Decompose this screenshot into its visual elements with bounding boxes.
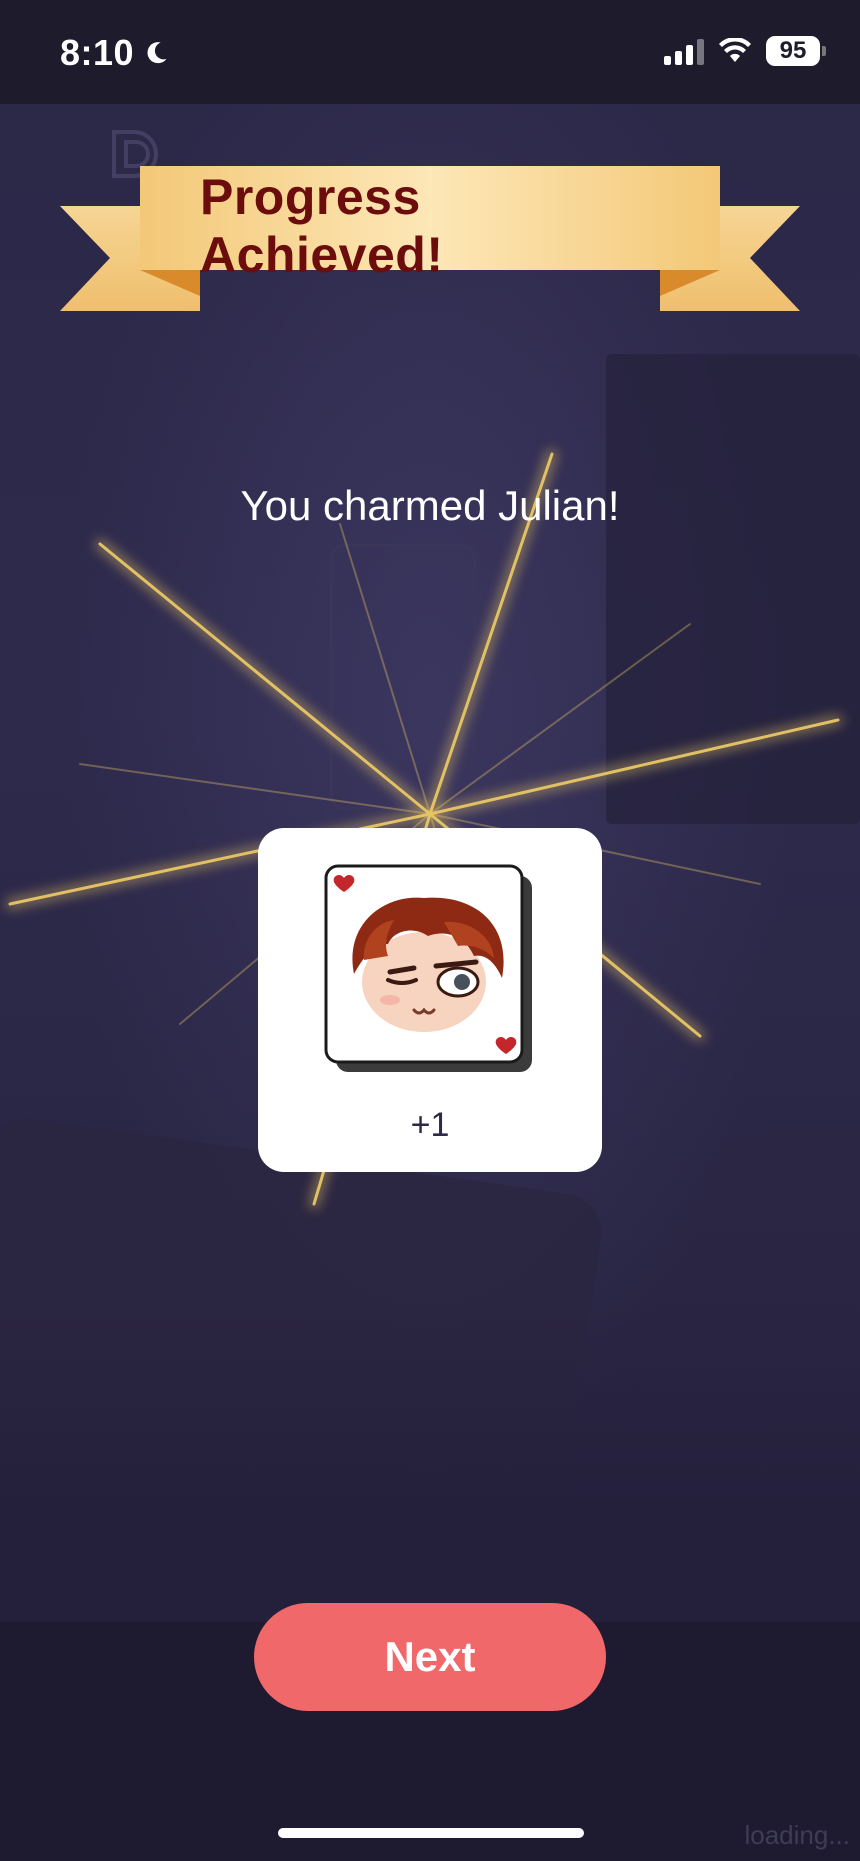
status-time: 8:10 — [60, 32, 135, 73]
wifi-icon — [719, 38, 751, 62]
battery-icon: 95 — [766, 36, 826, 66]
reward-count: +1 — [410, 1106, 450, 1144]
status-bar: 8:10 95 — [0, 0, 860, 104]
banner-title: Progress Achieved! — [200, 169, 444, 283]
signal-icon — [664, 37, 704, 65]
achievement-message: You charmed Julian! — [240, 482, 620, 529]
moon-icon — [147, 42, 167, 64]
julian-portrait-card — [324, 864, 532, 1072]
home-indicator[interactable] — [278, 1828, 584, 1838]
loading-text: loading... — [744, 1820, 850, 1850]
battery-level: 95 — [766, 36, 820, 66]
reward-card: +1 — [258, 828, 602, 1172]
next-button[interactable]: Next — [254, 1603, 606, 1711]
status-time-group: 8:10 — [60, 32, 170, 74]
status-indicators: 95 — [664, 36, 826, 66]
